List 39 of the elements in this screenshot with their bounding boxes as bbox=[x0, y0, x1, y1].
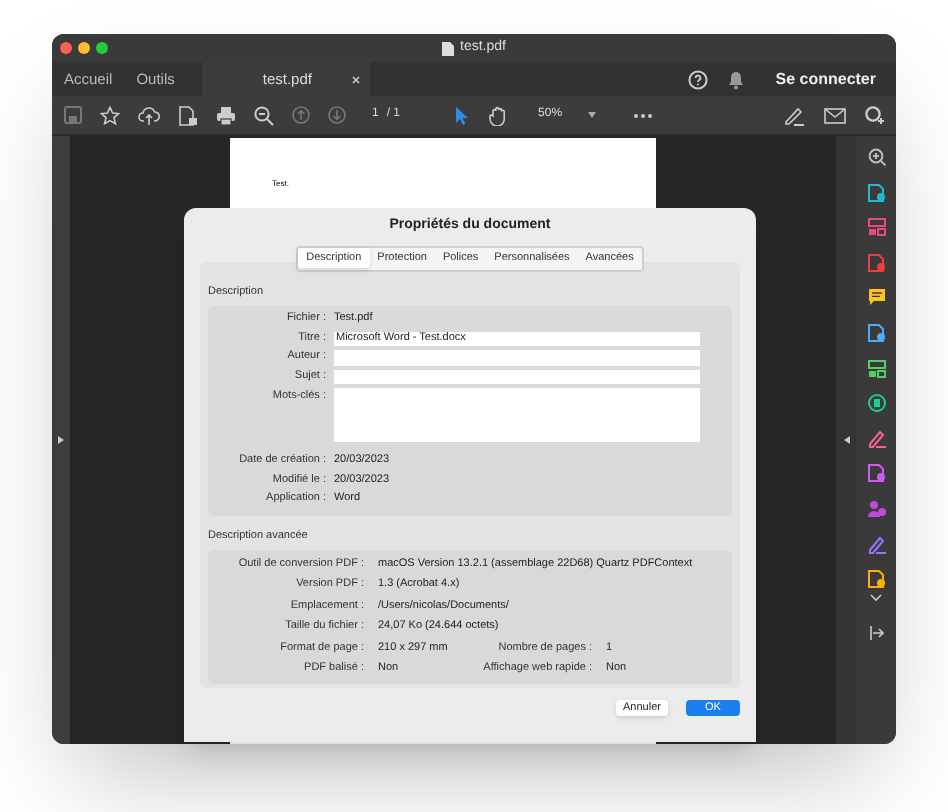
text-field[interactable] bbox=[334, 350, 700, 365]
pointer-icon[interactable] bbox=[454, 105, 471, 125]
print-icon[interactable] bbox=[216, 105, 236, 125]
chevron-down-icon[interactable] bbox=[870, 593, 882, 602]
comment-icon[interactable] bbox=[867, 288, 885, 307]
expand-arrow-icon[interactable] bbox=[58, 436, 64, 444]
layout-icon[interactable] bbox=[867, 218, 885, 237]
collapse-panel-icon[interactable] bbox=[869, 626, 883, 641]
people-icon[interactable] bbox=[867, 499, 885, 518]
page-up-icon[interactable] bbox=[292, 106, 310, 124]
close-icon[interactable] bbox=[352, 75, 361, 83]
star-icon[interactable] bbox=[100, 105, 120, 125]
zoom-window-button[interactable] bbox=[96, 42, 108, 54]
save-icon[interactable] bbox=[64, 106, 82, 124]
sign-pen-icon[interactable] bbox=[784, 105, 806, 125]
pen-icon[interactable] bbox=[867, 429, 885, 448]
dropdown-caret-icon[interactable] bbox=[588, 112, 597, 118]
document-tool-icon[interactable] bbox=[867, 570, 885, 589]
zoom-out-icon[interactable] bbox=[254, 105, 274, 125]
close-window-button[interactable] bbox=[60, 42, 72, 54]
layout-icon[interactable] bbox=[867, 359, 885, 378]
mail-icon[interactable] bbox=[824, 107, 846, 123]
hand-icon[interactable] bbox=[488, 105, 509, 125]
document-tool-icon[interactable] bbox=[867, 464, 885, 483]
zoom-in-icon[interactable] bbox=[867, 148, 885, 166]
sign-in-link[interactable]: Se connecter bbox=[775, 67, 876, 91]
document-tool-icon[interactable] bbox=[867, 323, 885, 342]
help-icon[interactable] bbox=[687, 69, 708, 89]
bell-icon[interactable] bbox=[727, 69, 744, 89]
cloud-upload-icon[interactable] bbox=[138, 105, 160, 125]
document-tool-icon[interactable] bbox=[867, 253, 885, 272]
document-tool-icon[interactable] bbox=[867, 183, 885, 202]
document-icon bbox=[442, 41, 455, 55]
minimize-window-button[interactable] bbox=[78, 42, 90, 54]
circle-document-icon[interactable] bbox=[867, 394, 885, 413]
collapse-arrow-icon[interactable] bbox=[843, 436, 849, 444]
text-field[interactable] bbox=[334, 369, 700, 384]
pen-icon[interactable] bbox=[867, 535, 885, 554]
page-down-icon[interactable] bbox=[328, 106, 346, 124]
